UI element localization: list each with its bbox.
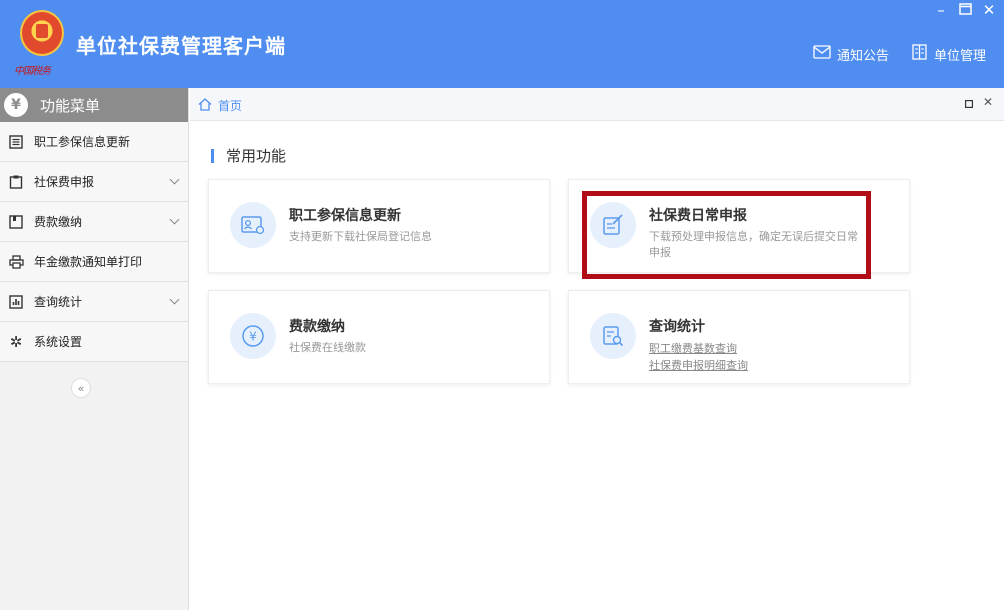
id-card-icon (230, 202, 276, 248)
card-staff-info-update[interactable]: 职工参保信息更新 支持更新下载社保局登记信息 (208, 179, 550, 273)
restore-tab-icon[interactable] (964, 97, 974, 111)
chevron-down-icon (169, 174, 180, 185)
unit-management-link[interactable]: 单位管理 (911, 44, 986, 64)
sidebar-item-social-fee-declaration[interactable]: 社保费申报 (0, 162, 188, 202)
close-icon[interactable]: ✕ (982, 2, 996, 18)
window-controls: – ✕ (934, 2, 996, 18)
list-icon (8, 134, 24, 150)
maximize-icon[interactable] (958, 2, 972, 18)
collapse-sidebar-button[interactable]: « (71, 378, 91, 398)
sidebar-item-label: 查询统计 (34, 295, 83, 309)
card-title: 费款缴纳 (289, 319, 345, 335)
sidebar-item-label: 系统设置 (34, 335, 83, 349)
sidebar-item-label: 职工参保信息更新 (34, 135, 131, 149)
minimize-icon[interactable]: – (934, 2, 948, 18)
sidebar-item-system-settings[interactable]: ✲ 系统设置 (0, 322, 188, 362)
section-title-marker (211, 148, 214, 163)
highlight-box (582, 191, 871, 279)
sidebar-item-label: 社保费申报 (34, 175, 95, 189)
unit-management-label: 单位管理 (933, 48, 986, 64)
sidebar-item-staff-info-update[interactable]: 职工参保信息更新 (0, 122, 188, 162)
app-title: 单位社保费管理客户端 (76, 34, 286, 58)
app-header: 中国税务 单位社保费管理客户端 – ✕ 通知公告 单位管理 (0, 0, 1004, 88)
card-title: 查询统计 (649, 319, 705, 335)
bar-chart-icon (8, 294, 24, 310)
logo-text: 中国税务 (14, 66, 51, 77)
mail-icon (813, 45, 831, 63)
emblem-icon (20, 10, 64, 56)
menu-header: ¥ 功能菜单 (0, 88, 188, 128)
wallet-icon (8, 214, 24, 230)
chevron-down-icon (169, 214, 180, 225)
svg-text:¥: ¥ (249, 330, 257, 344)
sidebar-item-query-statistics[interactable]: 查询统计 (0, 282, 188, 322)
sidebar-item-annuity-print[interactable]: 年金缴款通知单打印 (0, 242, 188, 282)
card-description: 社保费在线缴款 (289, 341, 366, 354)
section-title: 常用功能 (211, 145, 286, 166)
building-icon (911, 44, 928, 64)
header-links: 通知公告 单位管理 (813, 44, 986, 64)
card-links: 职工缴费基数查询 社保费申报明细查询 (649, 340, 748, 374)
notice-link[interactable]: 通知公告 (813, 44, 889, 64)
chevron-down-icon (169, 294, 180, 305)
yen-icon: ¥ (230, 313, 276, 359)
tab-home[interactable]: 首页 (198, 97, 242, 114)
tab-home-label: 首页 (218, 99, 243, 113)
home-icon (198, 97, 212, 114)
card-query-statistics[interactable]: 查询统计 职工缴费基数查询 社保费申报明细查询 (568, 290, 910, 384)
doc-search-icon (590, 313, 636, 359)
clipboard-icon (8, 174, 24, 190)
yen-icon: ¥ (4, 93, 28, 117)
declaration-detail-query-link[interactable]: 社保费申报明细查询 (649, 357, 748, 374)
sidebar-item-payment[interactable]: 费款缴纳 (0, 202, 188, 242)
card-payment[interactable]: ¥ 费款缴纳 社保费在线缴款 (208, 290, 550, 384)
card-description: 支持更新下载社保局登记信息 (289, 230, 432, 243)
tab-bar: 首页 ✕ (190, 88, 1004, 121)
card-title: 职工参保信息更新 (289, 208, 401, 224)
sidebar: ¥ 功能菜单 职工参保信息更新 社保费申报 费款缴纳 年金缴款通知单打印 查询统… (0, 88, 189, 610)
section-title-text: 常用功能 (226, 147, 287, 165)
sidebar-item-label: 费款缴纳 (34, 215, 83, 229)
sidebar-item-label: 年金缴款通知单打印 (34, 255, 143, 269)
tax-emblem-logo: 中国税务 (14, 10, 68, 77)
close-tab-icon[interactable]: ✕ (983, 95, 993, 109)
gear-icon: ✲ (9, 332, 23, 351)
contribution-base-query-link[interactable]: 职工缴费基数查询 (649, 340, 748, 357)
notice-link-label: 通知公告 (836, 48, 889, 64)
printer-icon (8, 254, 24, 270)
menu-title: 功能菜单 (40, 96, 101, 115)
